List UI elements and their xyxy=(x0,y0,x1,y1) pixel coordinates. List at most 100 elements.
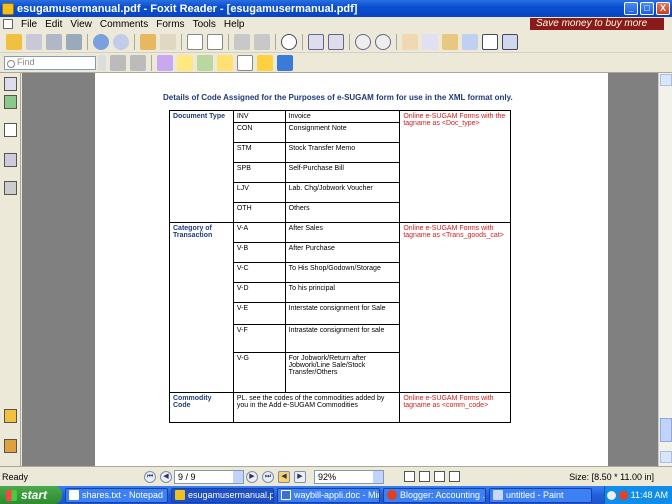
single-page-view-icon[interactable] xyxy=(404,471,415,482)
code-cell: V-A xyxy=(232,222,286,243)
menu-tools[interactable]: Tools xyxy=(189,19,220,30)
notepad-icon xyxy=(69,490,79,500)
maximize-button[interactable]: □ xyxy=(640,2,654,15)
fit-width-icon[interactable] xyxy=(328,33,344,50)
hand-tool-icon[interactable] xyxy=(402,33,418,50)
code-cell: V-C xyxy=(232,262,286,283)
copy-icon[interactable] xyxy=(187,33,203,50)
image-icon[interactable] xyxy=(502,33,518,50)
prev-page-icon[interactable]: ◀ xyxy=(160,470,172,483)
comment-icon[interactable] xyxy=(257,54,273,71)
main-toolbar xyxy=(0,31,672,53)
attachments-icon[interactable] xyxy=(4,439,17,453)
menu-file[interactable]: File xyxy=(17,19,41,30)
history-back-icon[interactable]: ◀ xyxy=(278,470,290,483)
save-icon[interactable] xyxy=(26,33,42,50)
table-row: Commodity Code PL. see the codes of the … xyxy=(169,392,511,423)
zoom-in-icon[interactable] xyxy=(281,33,297,50)
clock[interactable]: 11:48 AM xyxy=(631,490,668,500)
menu-edit[interactable]: Edit xyxy=(41,19,66,30)
paste-icon[interactable] xyxy=(207,33,223,50)
pages-icon[interactable] xyxy=(4,123,17,137)
previous-page-icon[interactable] xyxy=(93,33,109,50)
description-cell: Consignment Note xyxy=(284,122,401,143)
history-forward-icon[interactable]: ▶ xyxy=(294,470,306,483)
start-button[interactable]: start xyxy=(0,486,62,504)
taskbar-item-label: shares.txt - Notepad xyxy=(82,490,164,500)
vertical-scrollbar[interactable] xyxy=(658,73,672,466)
typewriter-icon[interactable] xyxy=(237,54,253,71)
open-icon[interactable] xyxy=(6,33,22,50)
description-cell: Self-Purchase Bill xyxy=(284,162,401,183)
note-icon[interactable] xyxy=(217,54,233,71)
browser-icon xyxy=(387,490,397,500)
toolbar-separator xyxy=(134,33,135,50)
find-dropdown-icon[interactable] xyxy=(98,54,106,71)
redo-icon[interactable] xyxy=(254,33,270,50)
foxit-icon xyxy=(175,490,185,500)
promo-banner[interactable]: Save money to buy more e-books xyxy=(530,18,664,41)
network-icon[interactable] xyxy=(606,490,616,500)
taskbar-item-label: esugamusermanual.p... xyxy=(188,490,274,500)
select-text-icon[interactable] xyxy=(422,33,438,50)
back-arrow-icon[interactable] xyxy=(140,33,156,50)
taskbar-item-paint[interactable]: untitled - Paint xyxy=(489,487,592,503)
page-number-input[interactable]: 9 / 9 xyxy=(174,469,244,484)
taskbar-item-foxit[interactable]: esugamusermanual.p... xyxy=(171,487,274,503)
next-page-icon[interactable] xyxy=(113,33,129,50)
status-text: Ready xyxy=(2,471,29,482)
print-icon[interactable] xyxy=(46,33,62,50)
highlight-icon[interactable] xyxy=(177,54,193,71)
scroll-up-icon[interactable] xyxy=(660,74,672,86)
select-arrow-icon[interactable] xyxy=(462,33,478,50)
document-viewport[interactable]: Details of Code Assigned for the Purpose… xyxy=(22,73,658,466)
layers-icon[interactable] xyxy=(4,181,17,195)
menu-view[interactable]: View xyxy=(66,19,96,30)
menu-forms[interactable]: Forms xyxy=(152,19,188,30)
find-previous-icon[interactable] xyxy=(110,54,126,71)
page-dropdown-icon[interactable] xyxy=(233,470,243,483)
edit-icon[interactable] xyxy=(197,54,213,71)
status-bar: Ready ⏮ ◀ 9 / 9 ▶ ⏭ ◀ ▶ 92% Size: [8.50 … xyxy=(0,466,672,486)
snapshot-icon[interactable] xyxy=(442,33,458,50)
next-page-icon[interactable]: ▶ xyxy=(246,470,258,483)
facing-view-icon[interactable] xyxy=(434,471,445,482)
find-next-icon[interactable] xyxy=(130,54,146,71)
first-page-icon[interactable]: ⏮ xyxy=(144,470,156,483)
continuous-facing-view-icon[interactable] xyxy=(449,471,460,482)
signatures-icon[interactable] xyxy=(4,409,17,423)
zoom-input[interactable]: 92% xyxy=(314,469,384,484)
scroll-thumb[interactable] xyxy=(660,418,672,442)
menu-help[interactable]: Help xyxy=(220,19,249,30)
expand-panel-icon[interactable] xyxy=(4,77,17,91)
toolbar-separator xyxy=(302,33,303,50)
code-cell: SPB xyxy=(232,162,286,183)
close-button[interactable]: X xyxy=(656,2,670,15)
zoom-out-icon[interactable] xyxy=(355,33,371,50)
pdf-page: Details of Code Assigned for the Purpose… xyxy=(95,73,608,466)
find-input[interactable]: Find xyxy=(4,55,96,70)
arrow-icon[interactable] xyxy=(277,54,293,71)
scroll-down-icon[interactable] xyxy=(660,451,672,463)
email-icon[interactable] xyxy=(66,33,82,50)
minimize-button[interactable]: _ xyxy=(624,2,638,15)
fit-page-icon[interactable] xyxy=(308,33,324,50)
security-icon[interactable] xyxy=(618,490,628,500)
zoom-dropdown-icon[interactable] xyxy=(373,470,383,483)
zoom-plus-icon[interactable] xyxy=(375,33,391,50)
taskbar-item-browser[interactable]: Blogger: Accounting ... xyxy=(383,487,486,503)
continuous-view-icon[interactable] xyxy=(419,471,430,482)
last-page-icon[interactable]: ⏭ xyxy=(262,470,274,483)
pencil-icon[interactable] xyxy=(157,54,173,71)
text-viewer-icon[interactable] xyxy=(482,33,498,50)
undo-icon[interactable] xyxy=(234,33,250,50)
online-note-cell: Online e-SUGAM Forms with tagname as <co… xyxy=(399,392,511,423)
window-title: esugamusermanual.pdf - Foxit Reader - [e… xyxy=(17,2,358,15)
taskbar-item-notepad[interactable]: shares.txt - Notepad xyxy=(65,487,168,503)
bookmarks-icon[interactable] xyxy=(4,95,17,109)
menu-comments[interactable]: Comments xyxy=(96,19,152,30)
taskbar-item-word[interactable]: waybill-appli.doc - Mic... xyxy=(277,487,380,503)
forward-arrow-icon[interactable] xyxy=(160,33,176,50)
annotations-icon[interactable] xyxy=(4,153,17,167)
description-cell: Invoice xyxy=(284,110,401,123)
